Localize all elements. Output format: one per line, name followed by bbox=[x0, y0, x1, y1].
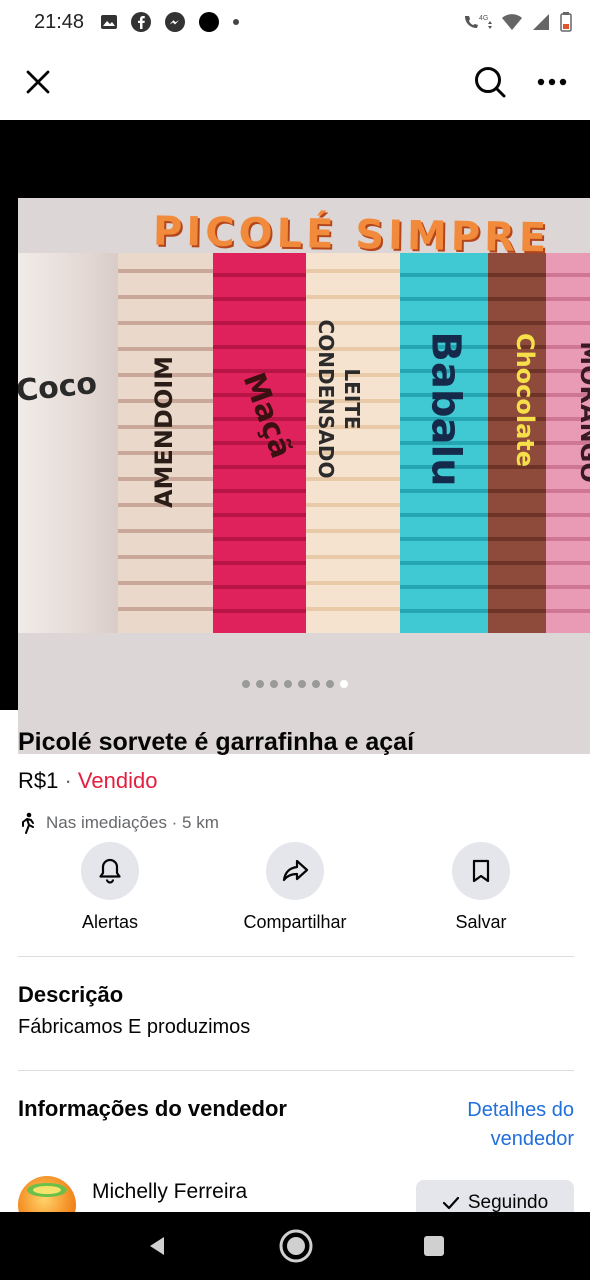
system-nav-bar bbox=[0, 1212, 590, 1280]
battery-icon bbox=[560, 12, 572, 32]
alerts-circle bbox=[81, 842, 139, 900]
back-icon[interactable] bbox=[145, 1234, 169, 1258]
save-label: Salvar bbox=[455, 912, 507, 932]
share-icon bbox=[282, 859, 309, 882]
carousel-dot[interactable] bbox=[284, 680, 292, 688]
walking-icon bbox=[22, 812, 34, 834]
brand-text: PICOLÉ SIMPRE bbox=[152, 208, 551, 262]
listing-title: Picolé sorvete é garrafinha e açaí bbox=[18, 728, 415, 756]
search-icon bbox=[475, 67, 506, 98]
share-label: Compartilhar bbox=[243, 912, 347, 932]
price-line: R$1 · Vendido bbox=[18, 768, 157, 794]
carousel-dot-active[interactable] bbox=[340, 680, 348, 688]
flavor-label-chocolate: Chocolate bbox=[511, 332, 540, 468]
description-text: Fábricamos E produzimos bbox=[18, 1016, 251, 1038]
signal-icon bbox=[533, 14, 549, 30]
action-row: Alertas Compartilhar Salvar bbox=[0, 842, 590, 942]
flavor-label-amendoim: AMENDOIM bbox=[150, 355, 179, 509]
bookmark-icon bbox=[472, 859, 490, 883]
following-label: Seguindo bbox=[467, 1192, 549, 1213]
carousel-dot[interactable] bbox=[298, 680, 306, 688]
flavor-label-babalu: Babalu bbox=[422, 331, 469, 487]
status-bar: 21:48 4G bbox=[0, 0, 590, 44]
close-icon bbox=[26, 70, 50, 94]
recents-icon[interactable] bbox=[423, 1235, 445, 1257]
popsicle-strip-coco bbox=[18, 253, 128, 633]
carousel-dot[interactable] bbox=[312, 680, 320, 688]
seller-row: Michelly Ferreira Seguindo bbox=[0, 1176, 590, 1234]
description-heading: Descrição bbox=[18, 982, 124, 1007]
call-4g-icon: 4G bbox=[465, 15, 492, 29]
alerts-button[interactable]: Alertas bbox=[30, 842, 190, 933]
divider bbox=[18, 956, 574, 957]
close-button[interactable] bbox=[18, 62, 58, 102]
listing-price: R$1 bbox=[18, 768, 59, 793]
sold-status: Vendido bbox=[77, 768, 158, 793]
carousel-dot[interactable] bbox=[270, 680, 278, 688]
gallery-icon bbox=[101, 15, 118, 29]
top-bar bbox=[0, 44, 590, 120]
facebook-icon bbox=[131, 12, 152, 32]
more-button[interactable] bbox=[532, 62, 572, 102]
seller-details-link[interactable]: Detalhes do vendedor bbox=[434, 1096, 574, 1154]
location-text: Nas imediações · 5 km bbox=[46, 813, 219, 832]
dot-app-icon bbox=[199, 12, 220, 32]
divider bbox=[18, 1070, 574, 1071]
wifi-icon bbox=[502, 14, 522, 30]
search-button[interactable] bbox=[470, 62, 510, 102]
share-circle bbox=[266, 842, 324, 900]
listing-photo-carousel[interactable]: PICOLÉ SIMPRE Coco AMENDOIM Maçã LEITE C… bbox=[0, 120, 590, 754]
seller-name[interactable]: Michelly Ferreira bbox=[92, 1180, 247, 1204]
home-icon[interactable] bbox=[278, 1228, 314, 1264]
notification-icons bbox=[100, 11, 240, 33]
alerts-label: Alertas bbox=[81, 912, 139, 932]
system-icons: 4G bbox=[462, 12, 572, 32]
listing-photo: PICOLÉ SIMPRE Coco AMENDOIM Maçã LEITE C… bbox=[18, 198, 590, 754]
save-button[interactable]: Salvar bbox=[401, 842, 561, 933]
flavor-label-morango: MORANGO bbox=[574, 341, 590, 483]
carousel-dot[interactable] bbox=[242, 680, 250, 688]
price-separator: · bbox=[58, 768, 78, 793]
more-icon bbox=[537, 78, 567, 86]
carousel-dot[interactable] bbox=[256, 680, 264, 688]
share-button[interactable]: Compartilhar bbox=[215, 842, 375, 933]
bell-icon bbox=[99, 858, 121, 884]
network-label: 4G bbox=[479, 15, 488, 22]
location-line: Nas imediações · 5 km bbox=[18, 812, 219, 834]
flavor-label-leite: LEITE CONDENSADO bbox=[314, 319, 364, 479]
check-icon bbox=[442, 1196, 459, 1210]
messenger-icon bbox=[165, 12, 186, 32]
carousel-dots[interactable] bbox=[0, 680, 590, 688]
seller-info-heading: Informações do vendedor bbox=[18, 1096, 287, 1121]
more-notifications-icon bbox=[233, 19, 240, 25]
carousel-dot[interactable] bbox=[326, 680, 334, 688]
status-time: 21:48 bbox=[34, 10, 85, 33]
save-circle bbox=[452, 842, 510, 900]
